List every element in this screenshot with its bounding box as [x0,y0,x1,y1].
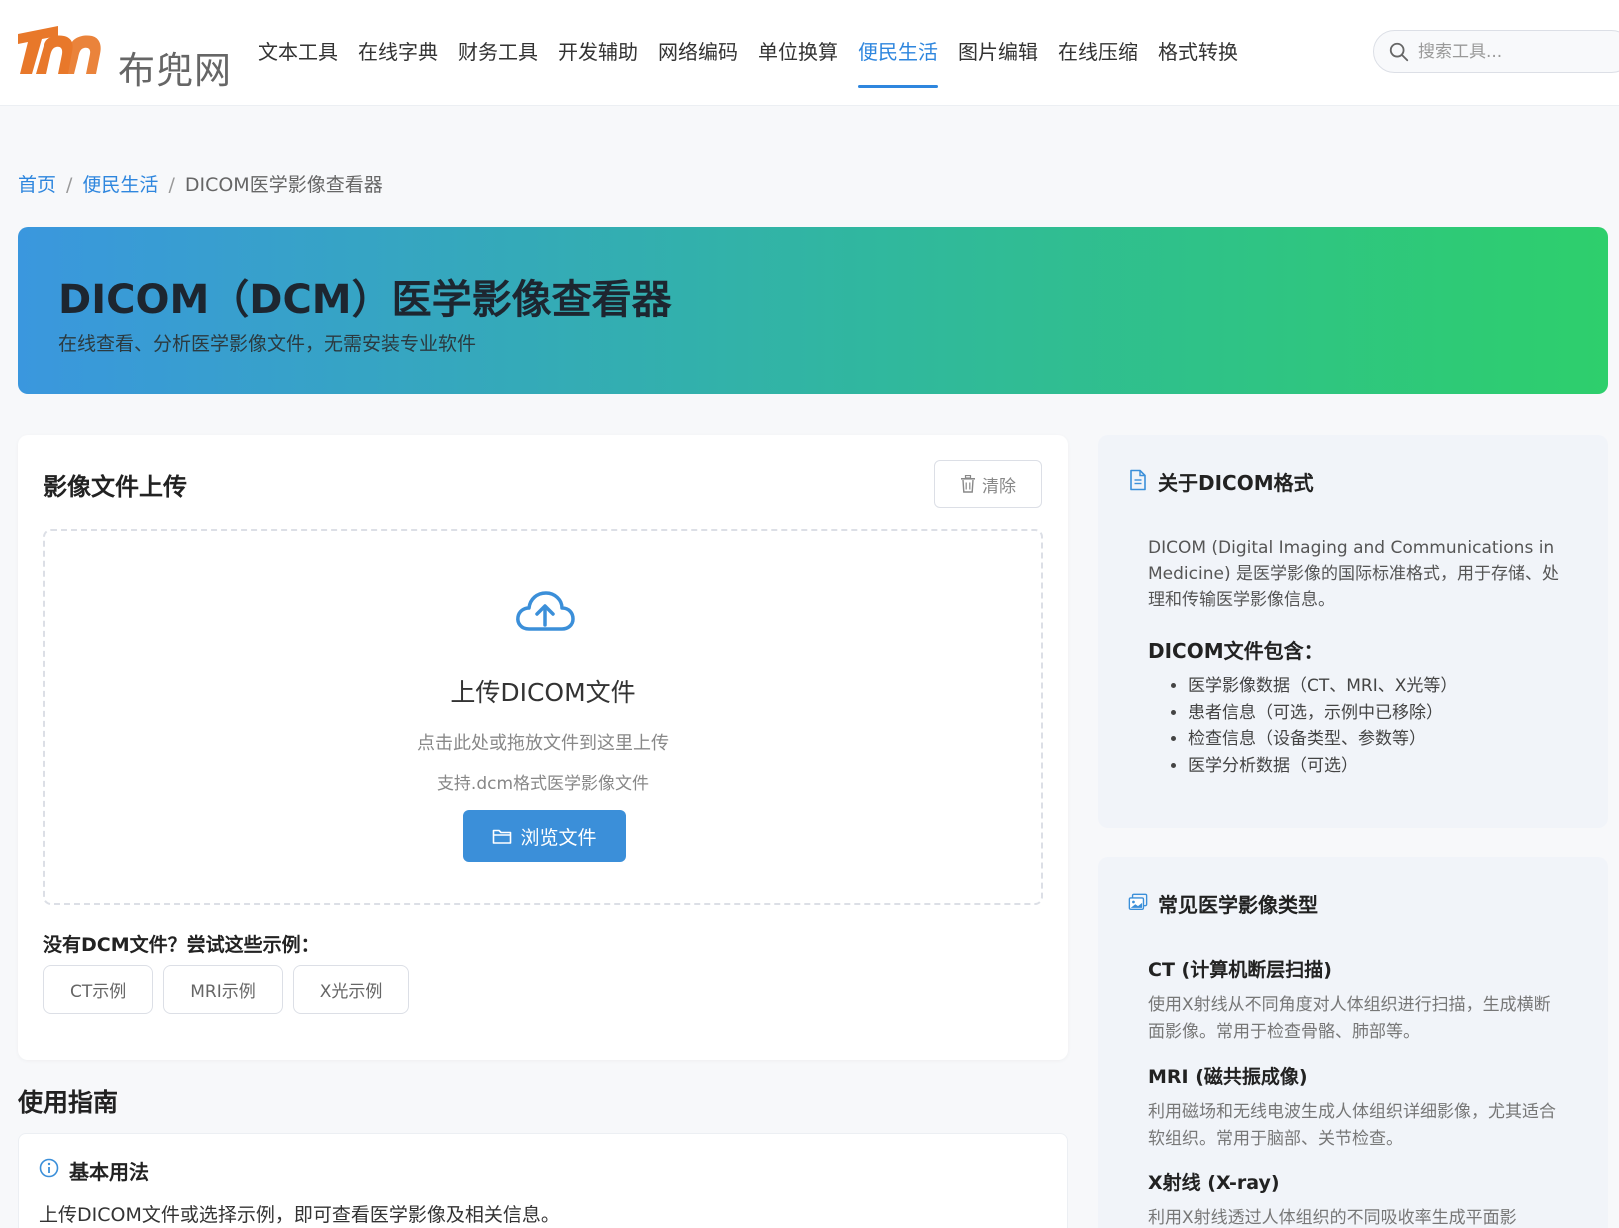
imaging-type-ct: CT (计算机断层扫描) 使用X射线从不同角度对人体组织进行扫描，生成横断面影像… [1148,955,1558,1046]
page-subtitle: 在线查看、分析医学影像文件，无需安装专业软件 [58,333,477,355]
drop-zone-title: 上传DICOM文件 [450,678,636,707]
nav-item-units[interactable]: 单位换算 [758,0,838,106]
info-icon [39,1158,59,1178]
site-header: 布兜网 文本工具 在线字典 财务工具 开发辅助 网络编码 单位换算 便民生活 图… [0,0,1619,106]
guide-card: 基本用法 上传DICOM文件或选择示例，即可查看医学影像及相关信息。 [18,1133,1068,1228]
imaging-type-name: X射线 (X-ray) [1148,1172,1280,1194]
about-text: DICOM (Digital Imaging and Communication… [1148,538,1559,610]
imaging-type-name: CT (计算机断层扫描) [1148,959,1332,981]
list-item: 医学分析数据（可选） [1188,753,1457,780]
browse-files-label: 浏览文件 [520,826,597,849]
breadcrumb-separator: / [66,174,73,196]
imaging-type-desc: 使用X射线从不同角度对人体组织进行扫描，生成横断面影像。常用于检查骨骼、肺部等。 [1148,995,1551,1042]
trash-icon [961,475,975,493]
main-nav: 文本工具 在线字典 财务工具 开发辅助 网络编码 单位换算 便民生活 图片编辑 … [258,0,1258,106]
breadcrumb-current: DICOM医学影像查看器 [184,174,383,196]
logo-mark-icon [18,26,101,74]
logo-text: 布兜网 [118,49,232,92]
ct-example-button[interactable]: CT示例 [43,965,154,1014]
folder-icon [493,829,512,844]
about-contains-title: DICOM文件包含： [1148,639,1324,663]
imaging-type-desc: 利用X射线透过人体组织的不同吸收率生成平面影 [1148,1208,1517,1228]
nav-item-text-tools[interactable]: 文本工具 [258,0,338,106]
examples-group: CT示例 MRI示例 X光示例 [43,965,410,1014]
imaging-types-card: 常见医学影像类型 CT (计算机断层扫描) 使用X射线从不同角度对人体组织进行扫… [1098,857,1608,1228]
nav-item-encoding[interactable]: 网络编码 [658,0,738,106]
search-icon [1389,42,1409,62]
browse-files-button[interactable]: 浏览文件 [463,810,626,862]
mri-example-button[interactable]: MRI示例 [163,965,283,1014]
breadcrumb-separator: / [168,174,175,196]
nav-item-image-edit[interactable]: 图片编辑 [958,0,1038,106]
page-banner: DICOM（DCM）医学影像查看器 在线查看、分析医学影像文件，无需安装专业软件 [18,227,1608,394]
clear-button-label: 清除 [982,476,1016,497]
imaging-types-title: 常见医学影像类型 [1158,893,1318,917]
upload-card: 影像文件上传 清除 上传DICOM文件 点击此处或拖放文件到这里上传 支持.dc… [18,435,1068,1060]
breadcrumb-category-link[interactable]: 便民生活 [82,174,158,196]
imaging-type-desc: 利用磁场和无线电波生成人体组织详细影像，尤其适合软组织。常用于脑部、关节检查。 [1148,1102,1556,1149]
guide-title: 使用指南 [18,1088,119,1117]
search-input[interactable] [1418,37,1618,67]
document-icon [1130,469,1146,491]
imaging-type-name: MRI (磁共振成像) [1148,1066,1308,1088]
clear-button[interactable]: 清除 [934,460,1042,508]
about-title: 关于DICOM格式 [1158,471,1314,495]
examples-label: 没有DCM文件？尝试这些示例： [43,934,320,956]
breadcrumb: 首页 / 便民生活 / DICOM医学影像查看器 [18,170,383,197]
page-title: DICOM（DCM）医学影像查看器 [58,277,672,323]
nav-item-dev[interactable]: 开发辅助 [558,0,638,106]
list-item: 医学影像数据（CT、MRI、X光等） [1188,673,1457,700]
site-logo[interactable]: 布兜网 [14,16,231,92]
imaging-type-xray: X射线 (X-ray) 利用X射线透过人体组织的不同吸收率生成平面影 [1148,1168,1558,1228]
drop-zone-hint: 点击此处或拖放文件到这里上传 [417,733,669,754]
nav-item-convert[interactable]: 格式转换 [1158,0,1238,106]
xray-example-button[interactable]: X光示例 [292,965,410,1014]
guide-basic-title: 基本用法 [69,1160,149,1184]
imaging-type-mri: MRI (磁共振成像) 利用磁场和无线电波生成人体组织详细影像，尤其适合软组织。… [1148,1062,1558,1153]
nav-item-daily-life[interactable]: 便民生活 [858,0,938,106]
search-box[interactable] [1373,30,1619,73]
about-contains-list: 医学影像数据（CT、MRI、X光等） 患者信息（可选，示例中已移除） 检查信息（… [1188,673,1457,779]
upload-card-title: 影像文件上传 [43,473,187,501]
nav-item-compress[interactable]: 在线压缩 [1058,0,1138,106]
list-item: 患者信息（可选，示例中已移除） [1188,700,1457,727]
images-icon [1128,893,1148,910]
cloud-upload-icon [516,591,575,631]
about-dicom-card: 关于DICOM格式 DICOM (Digital Imaging and Com… [1098,435,1608,828]
nav-item-dictionary[interactable]: 在线字典 [358,0,438,106]
breadcrumb-home-link[interactable]: 首页 [18,174,56,196]
drop-zone-support: 支持.dcm格式医学影像文件 [436,774,650,794]
nav-item-finance[interactable]: 财务工具 [458,0,538,106]
guide-basic-text: 上传DICOM文件或选择示例，即可查看医学影像及相关信息。 [39,1204,560,1226]
file-drop-zone[interactable]: 上传DICOM文件 点击此处或拖放文件到这里上传 支持.dcm格式医学影像文件 … [43,529,1043,905]
list-item: 检查信息（设备类型、参数等） [1188,726,1457,753]
